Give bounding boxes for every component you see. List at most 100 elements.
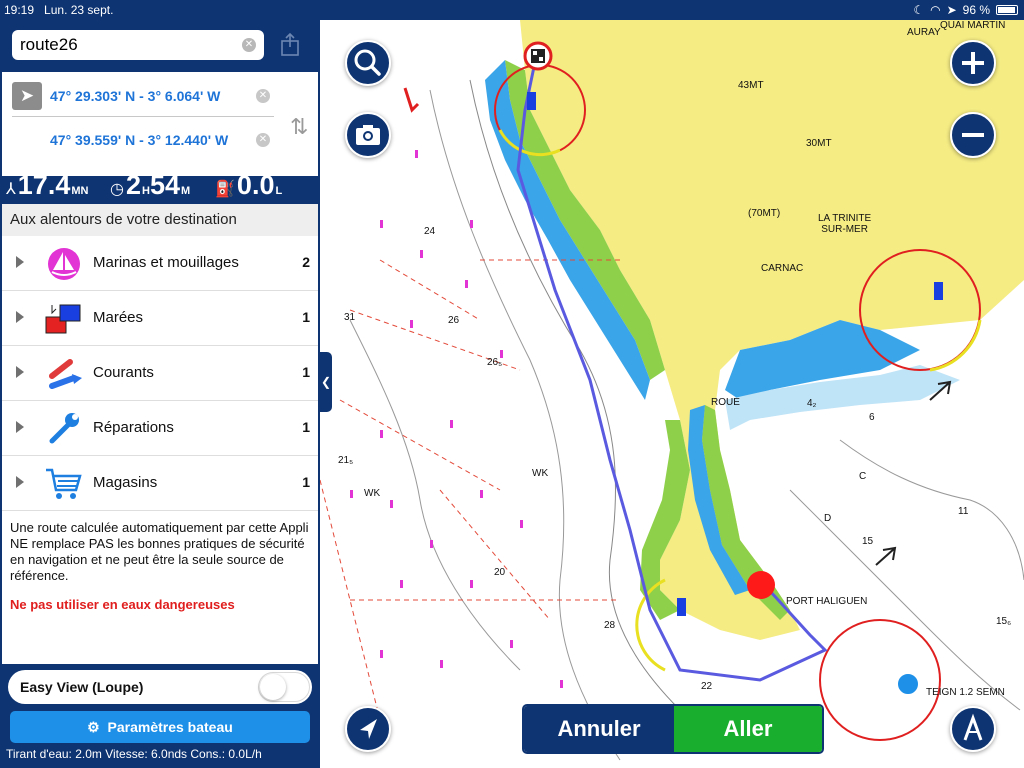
boat-settings-button[interactable]: ⚙ Paramètres bateau [10,711,310,743]
depth-label: 22 [701,681,713,692]
list-item-tides[interactable]: Marées 1 [2,291,318,346]
list-item-currents[interactable]: Courants 1 [2,346,318,401]
search-icon [354,49,381,76]
land-area [520,20,1024,640]
safety-disclaimer: Une route calculée automatiquement par c… [10,520,309,583]
status-time: 19:19 [4,3,35,17]
moon-icon: ☾ [913,3,925,17]
list-header: Aux alentours de votre destination [2,204,318,236]
list-item-label: Réparations [93,419,174,436]
collapse-panel-tab[interactable]: ❮ [320,352,332,412]
map-label-c: C [859,471,867,482]
map-label-auray: AURAY [907,27,941,38]
list-item-label: Marées [93,309,144,326]
marker-range-arc [929,319,982,372]
buoy-marks [350,150,563,688]
route-end-marker [747,571,775,599]
depth-label: 24 [424,226,436,237]
cart-icon [46,468,82,499]
search-button[interactable] [345,40,391,86]
zoom-out-button[interactable] [950,112,996,158]
depth-label: 21₅ [338,455,354,466]
list-item-label: Marinas et mouillages [93,254,239,271]
distance-stat: ⅄ 17.4 MN [6,170,89,200]
list-item-count: 1 [302,364,310,380]
compass-button[interactable] [950,706,996,752]
status-date: Lun. 23 sept. [44,3,114,17]
nautical-chart-map[interactable]: 43MT 30MT (70MT) LA TRINITE SUR-MER CARN… [320,20,1024,768]
swap-icon[interactable]: ⇅ [290,114,308,140]
share-icon[interactable] [280,32,300,56]
map-label-la-trinite: LA TRINITE SUR-MER [818,213,872,235]
depth-label: 28 [604,620,616,631]
route-action-bar: Annuler Aller [522,704,824,754]
list-item-shops[interactable]: Magasins 1 [2,456,318,511]
list-item-count: 2 [302,254,310,270]
start-coordinate[interactable]: 47° 29.303' N - 3° 6.064' W [50,88,220,104]
anchor-marker [896,672,920,696]
list-item-count: 1 [302,419,310,435]
duration-stat: ◷ 2 H 54 M [110,170,191,200]
map-label-70mt: (70MT) [748,208,781,219]
list-item-marinas[interactable]: Marinas et mouillages 2 [2,236,318,291]
depth-label: 26₅ [487,357,503,368]
end-coordinate[interactable]: 47° 39.559' N - 3° 12.440' W [50,132,228,148]
clock-icon: ◷ [110,181,124,198]
route-name-row: route26 ✕ [0,20,320,72]
current-location-icon[interactable]: ➤ [12,82,42,110]
clear-route-name-icon[interactable]: ✕ [242,38,256,52]
around-destination-list: Aux alentours de votre destination Marin… [2,204,318,664]
zoom-in-button[interactable] [950,40,996,86]
map-label-wreck: WK [364,488,381,499]
depth-label: 26 [448,315,460,326]
marker-range-circle [819,619,941,741]
depth-label: 6 [869,412,875,423]
danger-warning: Ne pas utiliser en eaux dangereuses [10,597,235,612]
map-label-wreck: WK [532,468,549,479]
depth-label: 15 [862,536,874,547]
cancel-button[interactable]: Annuler [524,706,674,752]
boat-settings-label: Paramètres bateau [107,719,233,735]
chevron-left-icon: ❮ [320,375,332,389]
map-label-d: D [824,513,832,524]
boat-summary: Tirant d'eau: 2.0m Vitesse: 6.0nds Cons.… [6,747,262,761]
battery-icon [996,5,1018,15]
depth-label: 31 [344,312,356,323]
easy-view-row: Easy View (Loupe) [8,670,312,704]
route-panel: route26 ✕ ➤ 47° 29.303' N - 3° 6.064' W … [0,20,320,768]
easy-view-toggle[interactable] [258,672,310,702]
marina-icon [48,248,80,280]
go-button[interactable]: Aller [674,706,822,752]
expand-arrow-icon [16,421,24,433]
easy-view-label: Easy View (Loupe) [20,679,144,695]
expand-arrow-icon [16,256,24,268]
depth-contour [839,439,1024,581]
toggle-knob [260,674,286,700]
camera-button[interactable] [345,112,391,158]
beacon-marker [527,92,536,110]
coordinates-box: ➤ 47° 29.303' N - 3° 6.064' W ✕ 47° 39.5… [2,72,318,176]
wifi-icon: ◠ [930,3,941,17]
location-arrow-icon: ➤ [946,3,957,17]
clear-end-icon[interactable]: ✕ [256,133,270,147]
depth-label: 20 [494,567,506,578]
map-label-port-haliguen: PORT HALIGUEN [786,596,868,607]
list-item-repairs[interactable]: Réparations 1 [2,401,318,456]
current-arrow [403,87,420,113]
status-bar: 19:19 Lun. 23 sept. ☾ ◠ ➤ 96 % [0,0,1024,20]
map-label-carnac: CARNAC [761,263,804,274]
clear-start-icon[interactable]: ✕ [256,89,270,103]
gear-icon: ⚙ [87,719,100,735]
app: 19:19 Lun. 23 sept. ☾ ◠ ➤ 96 % route26 ✕… [0,0,1024,768]
map-label-quai-martin: QUAI MARTIN [940,20,1006,31]
route-name-input[interactable]: route26 ✕ [12,30,264,60]
beacon-marker [677,598,686,616]
map-label-roue: ROUE [711,397,740,408]
fuel-icon: ⛽ [215,181,235,198]
route-stats: ⅄ 17.4 MN ◷ 2 H 54 M ⛽ 0.0 L [0,168,320,204]
navigation-arrow-icon [360,719,377,739]
fuel-stat: ⛽ 0.0 L [215,170,283,200]
locate-me-button[interactable] [345,706,391,752]
depth-label: 4₂ [807,398,817,409]
depth-label: 15₆ [996,616,1012,627]
